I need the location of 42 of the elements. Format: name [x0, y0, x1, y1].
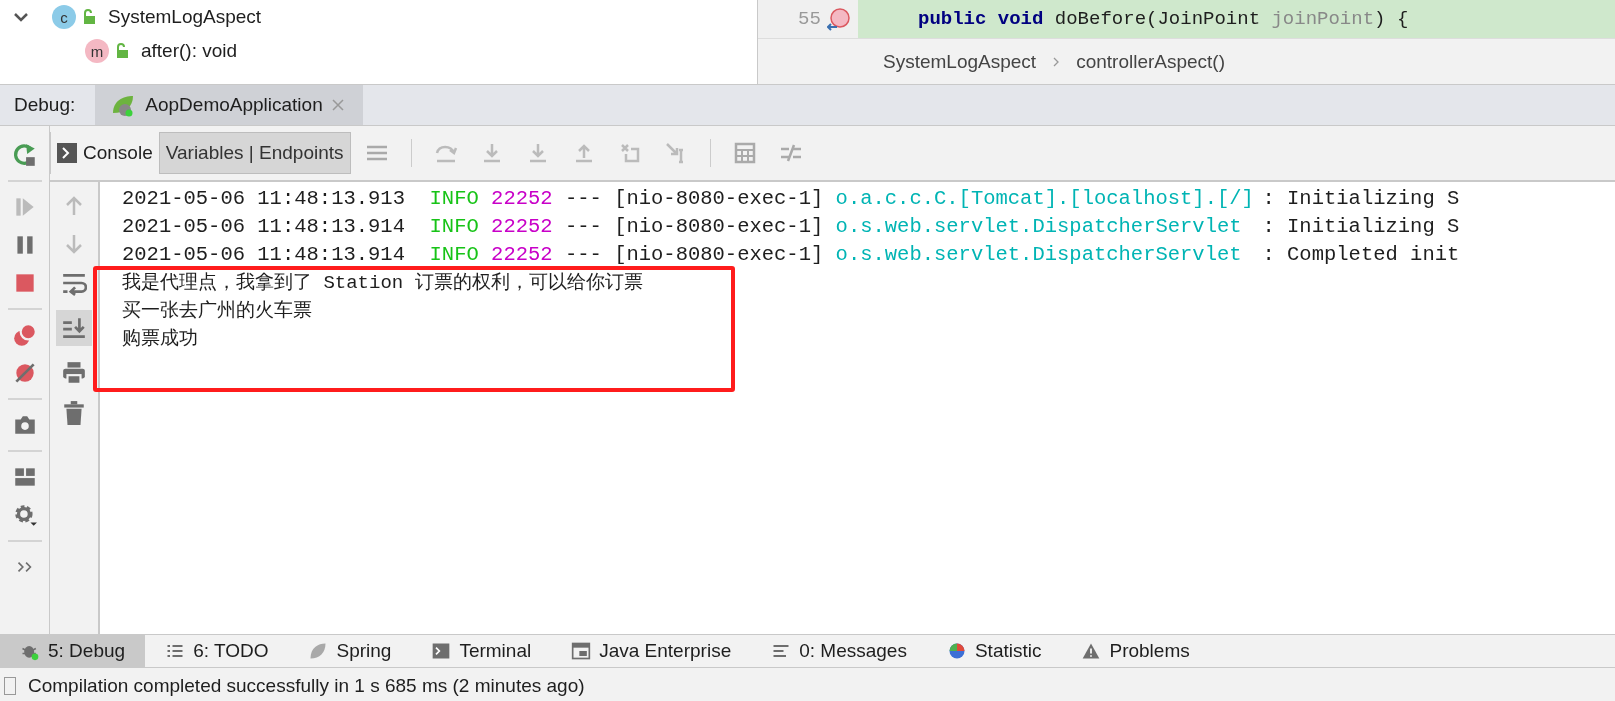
status-indicator-icon [4, 677, 16, 695]
tool-window-tab[interactable]: Spring [288, 635, 412, 667]
trash-icon[interactable] [61, 400, 87, 426]
tool-window-tab[interactable]: Terminal [411, 635, 552, 667]
tool-window-tab[interactable]: 5: Debug [0, 635, 146, 667]
log-line: 2021-05-06 11:48:13.913 INFO 22252 --- [nio-8080-exec-1] o.a.c.c.C.[Tomcat].[localhost].[/] : Initializing S [122, 186, 1461, 212]
tool-window-tab[interactable]: 6: TODO [145, 635, 289, 667]
class-icon: c [52, 5, 76, 29]
code-line: public void doBefore(JoinPoint joinPoint) { [917, 8, 1409, 30]
print-icon[interactable] [61, 360, 87, 386]
breadcrumb[interactable]: SystemLogAspect [883, 50, 1037, 73]
log-line: 2021-05-06 11:48:13.914 INFO 22252 --- [nio-8080-exec-1] o.s.web.servlet.DispatcherServlet : Initializing S [122, 214, 1461, 240]
output-line: 买一张去广州的火车票 [122, 299, 313, 324]
breadcrumb[interactable]: controllerAspect() [1076, 50, 1226, 73]
output-line: 我是代理点，我拿到了 Station 订票的权利，可以给你订票 [122, 271, 644, 296]
breakpoints-icon[interactable] [11, 322, 38, 348]
chevron-icon [1052, 55, 1061, 68]
tool-window-tab[interactable]: Statistic [926, 635, 1062, 667]
panel-title: Debug: [13, 93, 77, 117]
tool-window-tab[interactable]: Problems [1061, 635, 1210, 667]
lock-icon [82, 9, 96, 25]
log-line: 2021-05-06 11:48:13.914 INFO 22252 --- [nio-8080-exec-1] o.s.web.servlet.DispatcherServlet : Completed init [122, 242, 1461, 268]
calculator-icon[interactable] [732, 141, 757, 165]
method-breakpoint-icon[interactable] [826, 7, 851, 31]
method-icon: m [85, 39, 109, 63]
status-message: Compilation completed successfully in 1 s 685 ms (2 minutes ago) [28, 675, 585, 697]
scroll-to-end-icon[interactable] [56, 310, 92, 346]
tool-window-tab[interactable]: Java Enterprise [551, 635, 752, 667]
session-tab[interactable]: AopDemoApplication [95, 85, 363, 125]
tree-item[interactable]: SystemLogAspect [108, 6, 262, 28]
line-number: 55 [798, 8, 821, 30]
output-line: 购票成功 [122, 327, 199, 352]
console-tab[interactable]: Variables | Endpoints [158, 132, 351, 174]
lock-icon [115, 43, 129, 59]
rerun-icon[interactable] [11, 142, 38, 168]
warning-icon [1081, 641, 1102, 661]
tree-item[interactable]: after(): void [141, 40, 238, 62]
close-icon[interactable] [330, 98, 345, 112]
tool-window-tab[interactable]: 0: Messages [751, 635, 927, 667]
terminal-icon [431, 641, 452, 661]
enterprise-icon [571, 641, 592, 661]
console-icon [57, 143, 77, 163]
